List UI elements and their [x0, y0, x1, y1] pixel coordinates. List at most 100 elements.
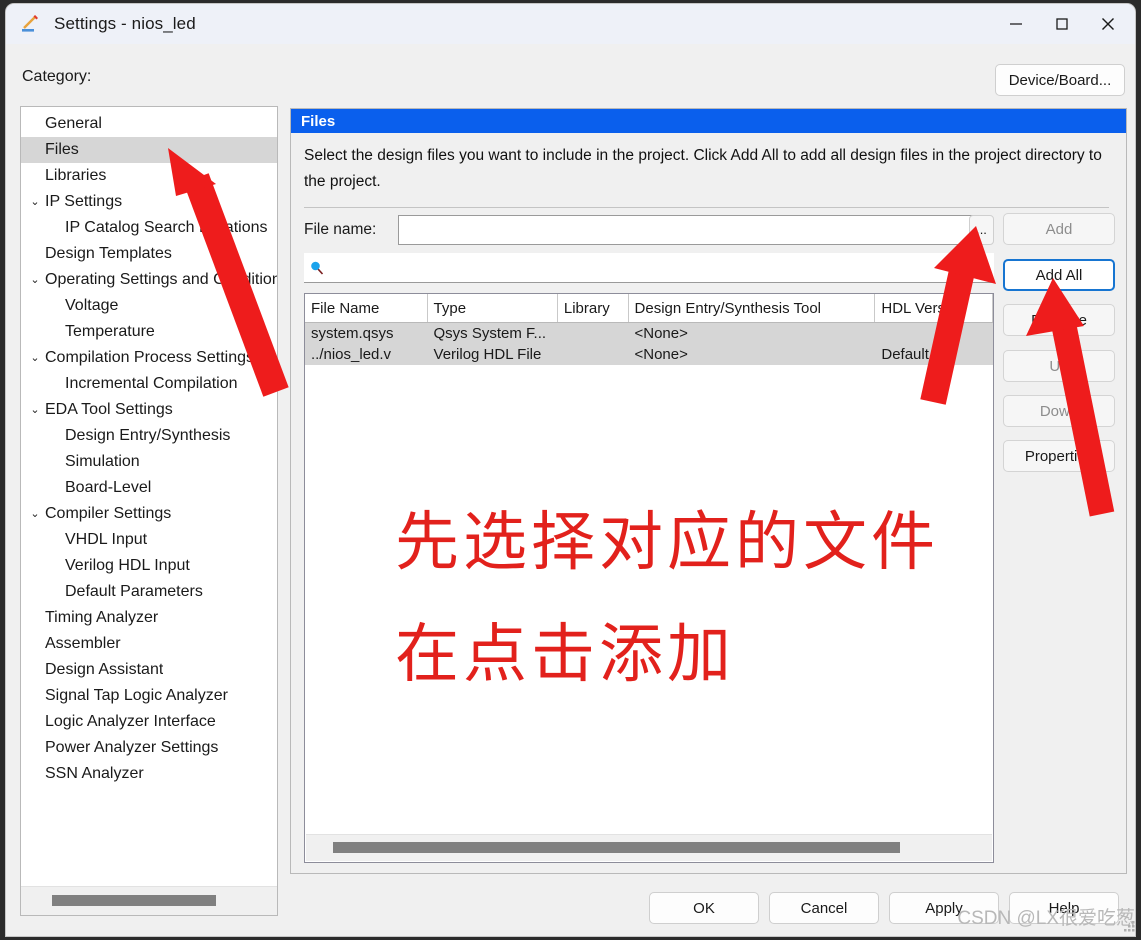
table-column-header[interactable]: HDL Version — [875, 294, 993, 322]
sidebar-item-label: Voltage — [65, 297, 119, 314]
sidebar-item-verilog-hdl-input[interactable]: Verilog HDL Input — [21, 553, 277, 579]
apply-button[interactable]: Apply — [889, 892, 999, 924]
sidebar-item-label: IP Catalog Search Locations — [65, 219, 268, 236]
table-row[interactable]: system.qsys Qsys System F... <None> — [305, 323, 993, 344]
remove-button[interactable]: Remove — [1003, 304, 1115, 336]
files-panel-header: Files — [291, 109, 1126, 133]
sidebar-item-label: Compiler Settings — [45, 505, 172, 522]
sidebar-item-timing-analyzer[interactable]: Timing Analyzer — [21, 605, 277, 631]
chevron-down-icon[interactable]: ⌄ — [25, 508, 45, 520]
pencil-ruler-icon — [20, 13, 42, 35]
sidebar-item-label: Design Assistant — [45, 661, 164, 678]
category-tree-list[interactable]: General Files Libraries ⌄ IP Settings IP Cata… — [21, 111, 277, 885]
sidebar-item-label: Default Parameters — [65, 583, 203, 600]
sidebar-item-design-entry-synthesis[interactable]: Design Entry/Synthesis — [21, 423, 277, 449]
sidebar-item-label: IP Settings — [45, 193, 123, 210]
sidebar-item-ssn-analyzer[interactable]: SSN Analyzer — [21, 761, 277, 787]
files-table-body[interactable]: system.qsys Qsys System F... <None> ../nios… — [305, 323, 993, 365]
sidebar-item-eda-tool-settings[interactable]: ⌄ EDA Tool Settings — [21, 397, 277, 423]
table-column-header[interactable]: Type — [428, 294, 558, 322]
description-separator — [304, 207, 1109, 208]
sidebar-item-temperature[interactable]: Temperature — [21, 319, 277, 345]
window-controls — [993, 4, 1131, 44]
table-row[interactable]: ../nios_led.v Verilog HDL File <None> Defau… — [305, 344, 993, 365]
sidebar-item-design-assistant[interactable]: Design Assistant — [21, 657, 277, 683]
sidebar-item-label: General — [45, 115, 102, 132]
category-label: Category: — [22, 68, 92, 85]
sidebar-item-label: Temperature — [65, 323, 155, 340]
category-tree-panel: General Files Libraries ⌄ IP Settings IP Cata… — [20, 106, 278, 916]
tree-scrollbar-thumb[interactable] — [52, 895, 216, 906]
sidebar-item-logic-analyzer-interface[interactable]: Logic Analyzer Interface — [21, 709, 277, 735]
maximize-button[interactable] — [1039, 4, 1085, 44]
sidebar-item-voltage[interactable]: Voltage — [21, 293, 277, 319]
sidebar-item-assembler[interactable]: Assembler — [21, 631, 277, 657]
table-cell-type: Qsys System F... — [433, 325, 547, 342]
resize-grip-icon[interactable] — [1121, 918, 1137, 934]
ok-button[interactable]: OK — [649, 892, 759, 924]
close-button[interactable] — [1085, 4, 1131, 44]
tree-horizontal-scrollbar[interactable] — [21, 886, 277, 915]
files-settings-panel: Files Select the design files you want t… — [290, 108, 1127, 874]
sidebar-item-label: Operating Settings and Conditions — [45, 271, 277, 288]
files-table-header: File Name Type Library Design Entry/Synthes… — [305, 294, 993, 323]
device-board-button[interactable]: Device/Board... — [995, 64, 1125, 96]
sidebar-item-default-parameters[interactable]: Default Parameters — [21, 579, 277, 605]
sidebar-item-files[interactable]: Files — [21, 137, 277, 163]
sidebar-item-ip-settings[interactable]: ⌄ IP Settings — [21, 189, 277, 215]
sidebar-item-design-templates[interactable]: Design Templates — [21, 241, 277, 267]
table-column-header[interactable]: Library — [558, 294, 629, 322]
sidebar-item-label: Incremental Compilation — [65, 375, 238, 392]
sidebar-item-label: Verilog HDL Input — [65, 557, 190, 574]
sidebar-item-label: Design Templates — [45, 245, 172, 262]
help-button[interactable]: Help — [1009, 892, 1119, 924]
sidebar-item-label: VHDL Input — [65, 531, 148, 548]
sidebar-item-label: Design Entry/Synthesis — [65, 427, 231, 444]
files-table: File Name Type Library Design Entry/Synthes… — [304, 293, 994, 863]
file-name-input[interactable] — [398, 215, 973, 245]
table-cell-tool: <None> — [634, 346, 688, 363]
browse-files-button[interactable]: ... — [969, 215, 994, 245]
table-column-header[interactable]: File Name — [305, 294, 428, 322]
properties-button[interactable]: Properties — [1003, 440, 1115, 472]
sidebar-item-label: Simulation — [65, 453, 140, 470]
table-column-header[interactable]: Design Entry/Synthesis Tool — [629, 294, 876, 322]
chevron-down-icon[interactable]: ⌄ — [25, 352, 45, 364]
add-button: Add — [1003, 213, 1115, 245]
sidebar-item-ip-catalog-search-locations[interactable]: IP Catalog Search Locations — [21, 215, 277, 241]
files-table-horizontal-scrollbar[interactable] — [306, 834, 992, 861]
add-all-button[interactable]: Add All — [1003, 259, 1115, 291]
sidebar-item-label: Power Analyzer Settings — [45, 739, 219, 756]
table-cell-library — [558, 323, 629, 344]
sidebar-item-compilation-process-settings[interactable]: ⌄ Compilation Process Settings — [21, 345, 277, 371]
minimize-button[interactable] — [993, 4, 1039, 44]
sidebar-item-operating-settings-and-conditions[interactable]: ⌄ Operating Settings and Conditions — [21, 267, 277, 293]
sidebar-item-general[interactable]: General — [21, 111, 277, 137]
files-table-scrollbar-thumb[interactable] — [333, 842, 900, 853]
magnifier-icon — [309, 260, 325, 276]
chevron-down-icon[interactable]: ⌄ — [25, 404, 45, 416]
chevron-down-icon[interactable]: ⌄ — [25, 274, 45, 286]
sidebar-item-vhdl-input[interactable]: VHDL Input — [21, 527, 277, 553]
chevron-down-icon[interactable]: ⌄ — [25, 196, 45, 208]
file-name-label: File name: — [304, 221, 377, 238]
cancel-button[interactable]: Cancel — [769, 892, 879, 924]
sidebar-item-label: Files — [45, 141, 79, 158]
title-bar: Settings - nios_led — [6, 4, 1135, 44]
sidebar-item-libraries[interactable]: Libraries — [21, 163, 277, 189]
sidebar-item-label: Timing Analyzer — [45, 609, 159, 626]
category-row: Category: Device/Board... — [6, 44, 1135, 106]
file-filter-input[interactable] — [325, 258, 994, 277]
file-filter-row[interactable] — [304, 253, 994, 283]
sidebar-item-signal-tap-logic-analyzer[interactable]: Signal Tap Logic Analyzer — [21, 683, 277, 709]
sidebar-item-incremental-compilation[interactable]: Incremental Compilation — [21, 371, 277, 397]
sidebar-item-label: SSN Analyzer — [45, 765, 144, 782]
sidebar-item-compiler-settings[interactable]: ⌄ Compiler Settings — [21, 501, 277, 527]
sidebar-item-board-level[interactable]: Board-Level — [21, 475, 277, 501]
window-title: Settings - nios_led — [54, 14, 196, 33]
sidebar-item-simulation[interactable]: Simulation — [21, 449, 277, 475]
down-button: Down — [1003, 395, 1115, 427]
sidebar-item-label: EDA Tool Settings — [45, 401, 173, 418]
sidebar-item-power-analyzer-settings[interactable]: Power Analyzer Settings — [21, 735, 277, 761]
table-cell-tool: <None> — [634, 325, 688, 342]
